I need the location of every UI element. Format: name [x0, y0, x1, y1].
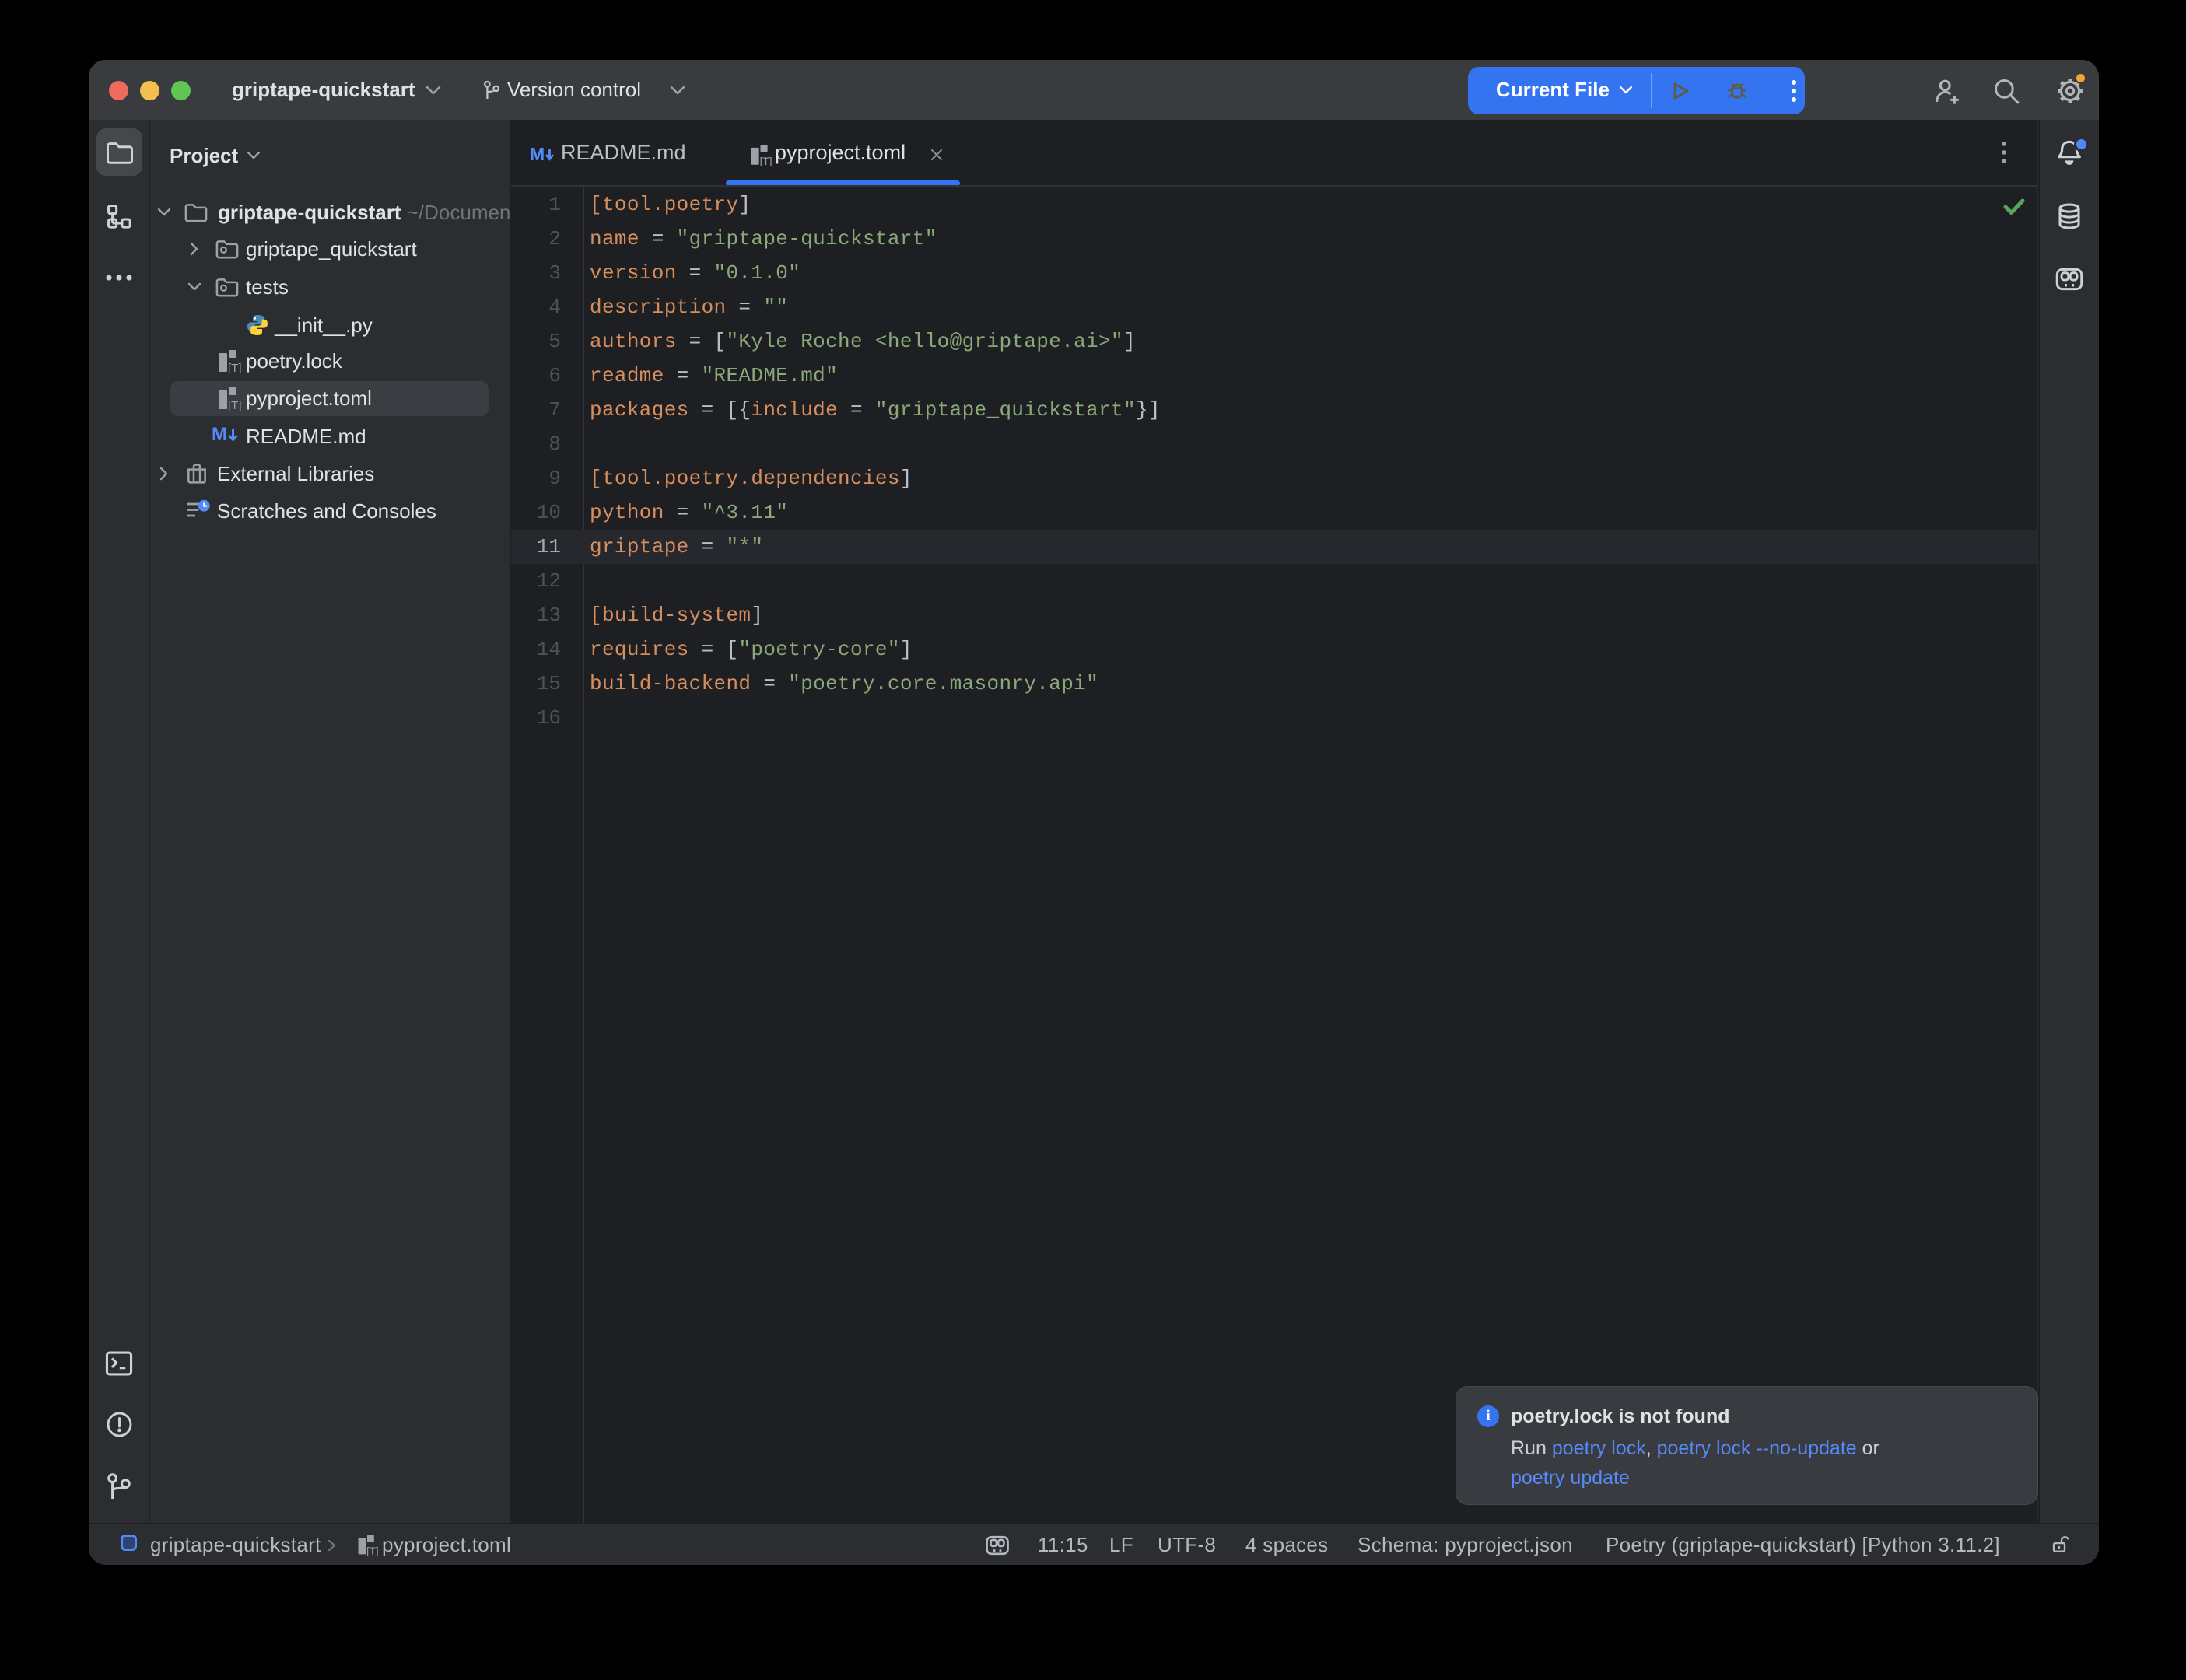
svg-text:M: M [212, 424, 227, 445]
svg-text:[T]: [T] [228, 399, 242, 411]
svg-text:[T]: [T] [760, 156, 772, 166]
svg-text:[T]: [T] [366, 1545, 378, 1556]
svg-text:[T]: [T] [228, 362, 242, 373]
svg-text:M: M [530, 144, 545, 164]
